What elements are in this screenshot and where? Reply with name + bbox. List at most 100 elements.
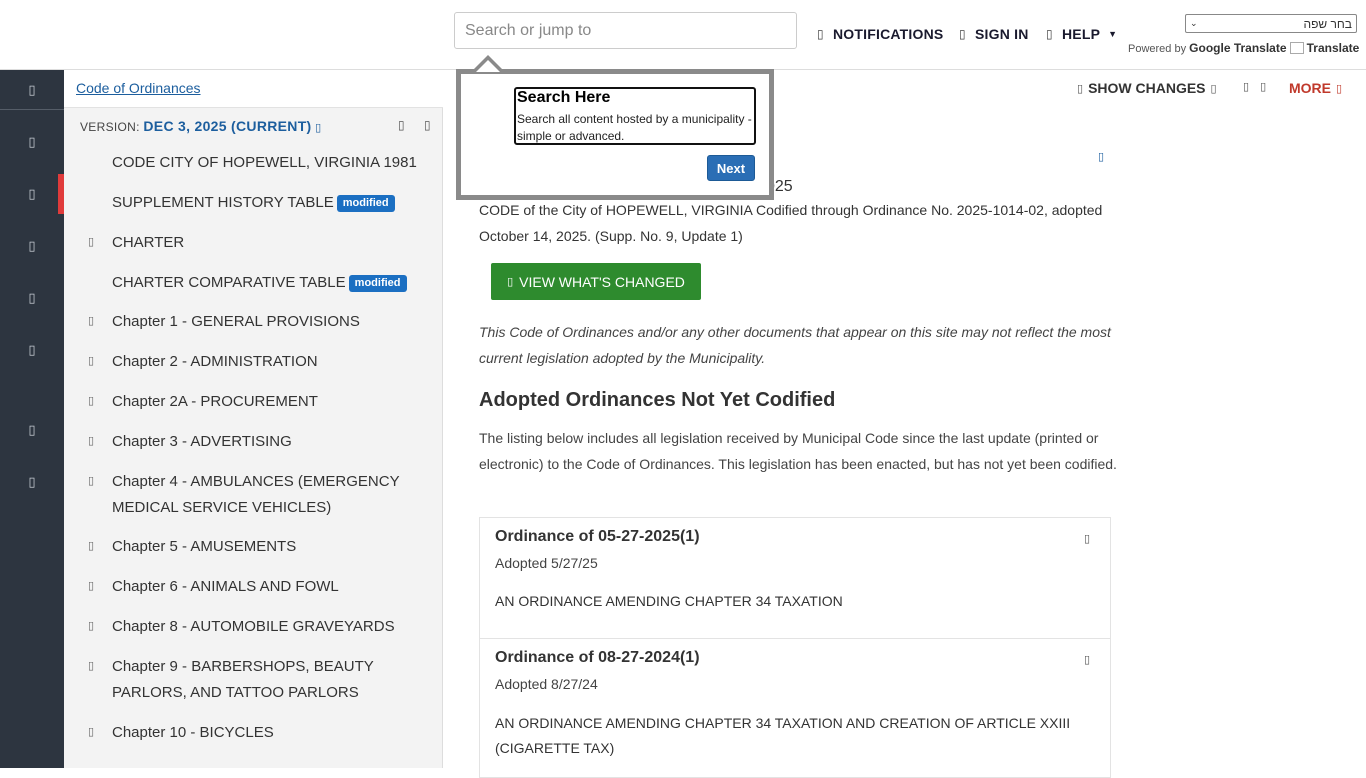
tree-toggle-icon[interactable]: ▯ [398,118,405,132]
toc-item-chapter-5[interactable]: Chapter 5 - AMUSEMENTS [112,534,432,560]
expand-icon[interactable]: ▯ [88,235,94,248]
toc-item-chapter-2a[interactable]: Chapter 2A - PROCUREMENT [112,389,432,415]
google-translate-credit: Powered by Google Translate Translate [1128,41,1359,55]
toc-panel: Code of Ordinances VERSION: DEC 3, 2025 … [64,70,443,768]
version-label: VERSION: [80,120,140,134]
print-icon[interactable]: ▯ [0,410,64,450]
toc-item-code[interactable]: CODE CITY OF HOPEWELL, VIRGINIA 1981 [112,150,432,176]
google-translate-label[interactable]: Google Translate [1189,41,1286,55]
more-label: MORE [1289,80,1331,96]
notifications-label: NOTIFICATIONS [833,26,944,42]
clock-icon[interactable]: ▯ [0,278,64,318]
ordinance-adopted: Adopted 5/27/25 [495,555,598,571]
ordinance-card: Ordinance of 08-27-2024(1) ▯ Adopted 8/2… [479,638,1111,778]
powered-by-label: Powered by [1128,43,1187,55]
adopted-heading: Adopted Ordinances Not Yet Codified [479,389,836,411]
top-header: ▯ NOTIFICATIONS ▯ SIGN IN ▯ HELP ▼ ⌄ בחר… [0,0,1366,70]
expand-icon[interactable]: ▯ [88,579,94,592]
ordinance-card: Ordinance of 05-27-2025(1) ▯ Adopted 5/2… [479,517,1111,639]
rail-divider [0,109,64,110]
disclaimer-text: This Code of Ordinances and/or any other… [479,324,1111,366]
tour-popover: Search Here Search all content hosted by… [456,69,774,200]
show-changes-label: SHOW CHANGES [1088,80,1206,96]
translate-label: Translate [1306,41,1360,55]
help-icon[interactable]: ▯ [0,462,64,502]
version-dropdown-icon: ▯ [315,121,322,134]
language-select-value: בחר שפה [1303,16,1352,31]
compare-icon[interactable]: ▯ [0,226,64,266]
view-changes-label: VIEW WHAT'S CHANGED [519,273,685,290]
previous-icon[interactable]: ▯ [1243,80,1249,93]
download-icon[interactable]: ▯ [1084,532,1090,545]
version-selector[interactable]: VERSION: DEC 3, 2025 (CURRENT) ▯ [80,118,322,134]
expand-icon[interactable]: ▯ [88,394,94,407]
translate-image-icon [1289,42,1304,54]
download-icon[interactable]: ▯ [1084,653,1090,666]
toc-item-chapter-2[interactable]: Chapter 2 - ADMINISTRATION [112,349,432,375]
expand-icon[interactable]: ▯ [88,659,94,672]
bookmark-icon[interactable]: ▯ [0,330,64,370]
tour-content: Search Here Search all content hosted by… [514,87,756,145]
changes-icon: ▯ [1077,81,1084,95]
search-input[interactable] [454,12,797,49]
ordinance-adopted: Adopted 8/27/24 [495,676,598,692]
language-select[interactable]: ⌄ בחר שפה [1185,14,1357,33]
breadcrumb-link[interactable]: Code of Ordinances [76,80,201,96]
tour-next-button[interactable]: Next [707,155,755,181]
collapse-icon[interactable]: ▯ [424,118,431,132]
view-toggles: ▯ ▯ [1243,80,1266,93]
toc-header: Code of Ordinances [64,70,443,108]
ordinance-title[interactable]: Ordinance of 08-27-2024(1) [495,649,700,667]
bell-icon: ▯ [817,27,824,41]
modified-badge: modified [336,195,395,212]
expand-icon[interactable]: ▯ [88,725,94,738]
codified-through: CODE of the City of HOPEWELL, VIRGINIA C… [479,202,1103,244]
book-icon[interactable]: ▯ [0,122,64,162]
expand-icon[interactable]: ▯ [88,539,94,552]
toc-item-label: SUPPLEMENT HISTORY TABLE [112,194,334,211]
menu-icon[interactable]: ▯ [0,70,64,110]
icon-rail: ▯ ▯ ▯ ▯ ▯ ▯ ▯ ▯ [0,70,64,768]
question-icon: ▯ [1046,27,1053,41]
share-icon[interactable]: ▯ [1098,150,1104,163]
expand-icon[interactable]: ▯ [88,314,94,327]
help-menu[interactable]: ▯ HELP ▼ [1046,26,1117,42]
expand-icon[interactable]: ▯ [88,434,94,447]
expand-icon[interactable]: ▯ [88,619,94,632]
info-icon: ▯ [1210,81,1217,95]
toc-item-supplement-history[interactable]: SUPPLEMENT HISTORY TABLE modified [112,190,432,216]
view-whats-changed-button[interactable]: ▯ VIEW WHAT'S CHANGED [491,263,701,300]
changes-icon: ▯ [507,275,514,288]
toc-item-chapter-1[interactable]: Chapter 1 - GENERAL PROVISIONS [112,309,432,335]
toc-item-charter[interactable]: CHARTER [112,230,432,256]
popover-arrow-inner [476,60,500,72]
more-menu[interactable]: MORE ▯ [1289,80,1342,96]
show-changes-toggle[interactable]: ▯ SHOW CHANGES ▯ [1077,80,1217,96]
tour-title: Search Here [517,89,611,106]
toc-item-chapter-3[interactable]: Chapter 3 - ADVERTISING [112,429,432,455]
user-icon: ▯ [959,27,966,41]
expand-icon[interactable]: ▯ [88,474,94,487]
next-icon[interactable]: ▯ [1260,80,1266,93]
ordinance-description: AN ORDINANCE AMENDING CHAPTER 34 TAXATIO… [495,593,843,609]
toc-item-chapter-4[interactable]: Chapter 4 - AMBULANCES (EMERGENCY MEDICA… [112,469,432,521]
more-icon: ▯ [1336,81,1343,95]
help-label: HELP [1062,26,1101,42]
toc-item-charter-comparative[interactable]: CHARTER COMPARATIVE TABLE modified [112,270,432,296]
toc-item-chapter-8[interactable]: Chapter 8 - AUTOMOBILE GRAVEYARDS [112,614,432,640]
ordinance-title[interactable]: Ordinance of 05-27-2025(1) [495,528,700,546]
listing-text: The listing below includes all legislati… [479,430,1117,472]
toc-item-chapter-6[interactable]: Chapter 6 - ANIMALS AND FOWL [112,574,432,600]
modified-badge: modified [348,275,407,292]
caret-down-icon: ▼ [1108,29,1118,39]
sign-in-label: SIGN IN [975,26,1029,42]
tour-body: Search all content hosted by a municipal… [517,112,752,143]
sign-in-link[interactable]: ▯ SIGN IN [959,26,1029,42]
toc-item-chapter-9[interactable]: Chapter 9 - BARBERSHOPS, BEAUTY PARLORS,… [112,654,432,706]
notifications-link[interactable]: ▯ NOTIFICATIONS [817,26,943,42]
expand-icon[interactable]: ▯ [88,354,94,367]
chevron-down-icon: ⌄ [1190,18,1198,28]
search-icon[interactable]: ▯ [0,174,64,214]
toc-item-label: CHARTER COMPARATIVE TABLE [112,274,346,291]
toc-item-chapter-10[interactable]: Chapter 10 - BICYCLES [112,720,432,746]
